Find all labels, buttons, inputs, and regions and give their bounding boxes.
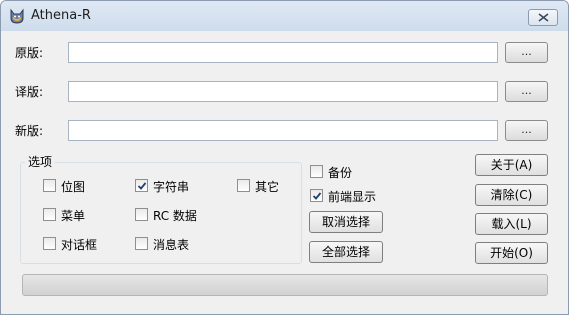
cat-head-icon <box>10 8 24 24</box>
new-browse-button[interactable]: ... <box>505 120 548 141</box>
deselect-all-button[interactable]: 取消选择 <box>309 211 383 233</box>
start-button[interactable]: 开始(O) <box>475 242 548 264</box>
translated-path-input[interactable] <box>68 81 498 102</box>
checkbox-box[interactable] <box>135 208 148 221</box>
select-all-button[interactable]: 全部选择 <box>309 241 383 263</box>
window-title: Athena-R <box>31 8 91 23</box>
checkbox-box[interactable] <box>43 179 56 192</box>
original-browse-button[interactable]: ... <box>505 42 548 63</box>
title-bar[interactable]: Athena-R <box>1 1 568 31</box>
about-button[interactable]: 关于(A) <box>475 154 548 176</box>
translated-label: 译版: <box>15 85 44 99</box>
checkbox-box[interactable] <box>135 237 148 250</box>
checkbox-box[interactable] <box>135 179 148 192</box>
checkbox-box[interactable] <box>43 237 56 250</box>
options-group-title: 选项 <box>25 153 56 170</box>
main-window: Athena-R 原版: ... 译版: ... 新版: ... 选项 位图 字… <box>0 0 569 315</box>
checkbox-label: 位图 <box>61 180 86 194</box>
checkbox-label: 消息表 <box>153 238 190 252</box>
checkbox-box[interactable] <box>237 179 250 192</box>
check-icon <box>137 182 147 190</box>
translated-browse-button[interactable]: ... <box>505 81 548 102</box>
checkbox-box[interactable] <box>43 208 56 221</box>
progress-bar <box>22 274 548 296</box>
check-icon <box>312 192 322 200</box>
original-label: 原版: <box>15 46 44 60</box>
checkbox-box[interactable] <box>310 165 323 178</box>
original-path-input[interactable] <box>68 42 498 63</box>
checkbox-label: 对话框 <box>61 238 98 252</box>
clear-button[interactable]: 清除(C) <box>475 184 548 206</box>
close-icon <box>538 13 549 22</box>
checkbox-label: 前端显示 <box>328 190 377 204</box>
new-label: 新版: <box>15 124 44 138</box>
close-button[interactable] <box>528 9 558 26</box>
client-area: 原版: ... 译版: ... 新版: ... 选项 位图 字符串 其它 菜单 … <box>8 31 561 307</box>
checkbox-label: 其它 <box>255 180 280 194</box>
checkbox-box[interactable] <box>310 189 323 202</box>
checkbox-label: 字符串 <box>153 180 190 194</box>
checkbox-label: RC 数据 <box>153 209 197 223</box>
new-path-input[interactable] <box>68 120 498 141</box>
load-button[interactable]: 载入(L) <box>475 213 548 235</box>
checkbox-label: 备份 <box>328 166 353 180</box>
checkbox-label: 菜单 <box>61 209 86 223</box>
